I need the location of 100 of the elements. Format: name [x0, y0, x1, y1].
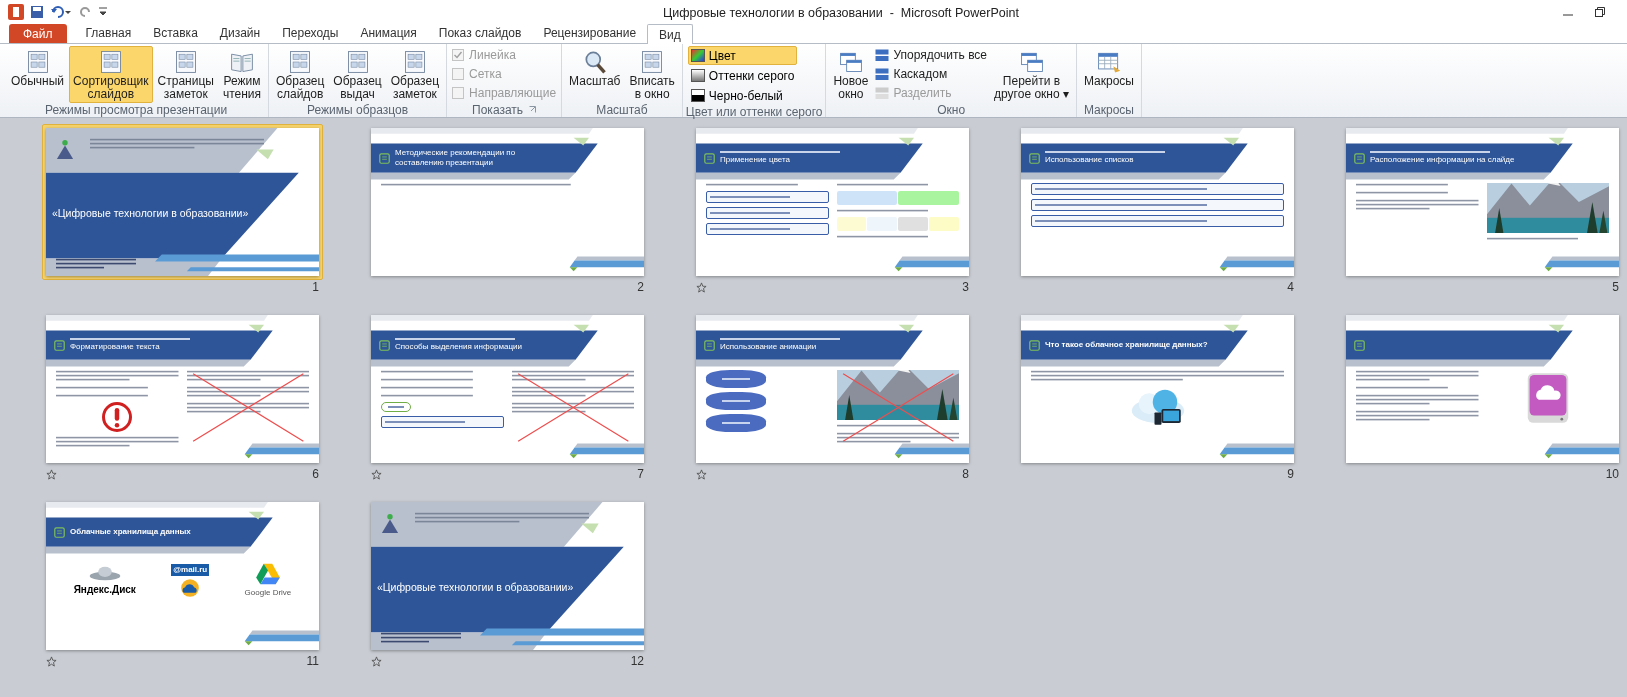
slide-number: 1: [312, 279, 319, 296]
slide-icon: [54, 339, 65, 351]
checkbox-icon: [452, 68, 465, 80]
dialog-launcher-icon[interactable]: [529, 106, 537, 113]
service-logo-text: Яндекс.Диск: [73, 583, 136, 597]
slide-thumbnail[interactable]: «Цифровые технологии в образовании»: [42, 124, 323, 280]
mountain-logo-icon: [381, 512, 399, 534]
group-label: Окно: [937, 103, 966, 117]
slide-number: 10: [1605, 466, 1619, 483]
ribbon-button[interactable]: Вписать в окно: [625, 46, 679, 103]
accent-triangle: [248, 324, 264, 333]
slide-title: Способы выделения информации: [395, 342, 522, 352]
group-label: Цвет или оттенки серого: [685, 105, 823, 119]
windows-icon: [875, 67, 890, 81]
ribbon-button[interactable]: Сортировщик слайдов: [69, 46, 153, 103]
accent-triangle: [894, 267, 903, 272]
undo-icon[interactable]: [50, 5, 72, 19]
transition-star-icon[interactable]: [696, 281, 707, 293]
accent-triangle: [1223, 137, 1239, 146]
window-command-button[interactable]: Каскадом: [875, 65, 988, 83]
accent-triangle: [256, 149, 274, 160]
ribbon-tab[interactable]: Показ слайдов: [427, 23, 533, 43]
slide-number: 2: [637, 279, 644, 296]
color-mode-icon: [690, 89, 705, 102]
color-mode-button[interactable]: Цвет: [687, 46, 798, 65]
ribbon-button[interactable]: Новое окно: [829, 46, 873, 103]
ribbon-tab[interactable]: Переходы: [271, 23, 350, 43]
transition-star-icon[interactable]: [46, 655, 57, 667]
slide-title: Применение цвета: [720, 155, 791, 165]
windows-icon: [875, 48, 890, 62]
accent-triangle: [1544, 454, 1553, 459]
ribbon-tab[interactable]: Главная: [74, 23, 143, 43]
slide-number: 7: [637, 466, 644, 483]
ribbon-button[interactable]: Страницы заметок: [153, 46, 218, 103]
slide-shape: [706, 414, 766, 432]
ribbon-button[interactable]: Образец заметок: [386, 46, 444, 103]
accent-triangle: [573, 324, 589, 333]
ribbon-button[interactable]: Масштаб: [565, 46, 625, 90]
slide-number: 4: [1287, 279, 1294, 296]
ribbon-tab[interactable]: Вставка: [142, 23, 209, 43]
ribbon-button[interactable]: Обычный: [7, 46, 69, 90]
transition-star-icon[interactable]: [371, 655, 382, 667]
slide-icon: [1029, 152, 1040, 164]
color-mode-icon: [690, 49, 705, 62]
slide-number: 8: [962, 466, 969, 483]
accent-triangle: [1548, 324, 1564, 333]
accent-triangle: [248, 511, 264, 520]
accent-triangle: [1548, 137, 1564, 146]
accent-triangle: [569, 454, 578, 459]
restore-icon[interactable]: [1595, 7, 1605, 17]
slide-title: Форматирование текста: [70, 342, 161, 352]
file-tab[interactable]: Файл: [9, 24, 67, 43]
service-logo-text: @mail.ru: [171, 564, 210, 576]
triangle-logo-icon: [254, 563, 281, 585]
color-mode-icon: [690, 69, 705, 82]
transition-star-icon[interactable]: [46, 468, 57, 480]
transition-star-icon[interactable]: [696, 468, 707, 480]
flying-saucer-icon: [87, 565, 122, 582]
ribbon-button[interactable]: Перейти в другое окно ▾: [990, 46, 1073, 103]
color-mode-button[interactable]: Оттенки серого: [687, 66, 798, 85]
mountain-logo-icon: [56, 138, 74, 160]
ribbon-tab[interactable]: Рецензирование: [532, 23, 648, 43]
slide-icon: [379, 152, 390, 164]
ribbon-button[interactable]: Образец слайдов: [272, 46, 329, 103]
slide-title: Методические рекомендации по составлению презентации: [395, 148, 517, 168]
slide-number: 3: [962, 279, 969, 296]
ribbon-button[interactable]: Режим чтения: [218, 46, 265, 103]
slide-icon: [379, 339, 390, 351]
slide-title: Использование анимации: [720, 342, 818, 352]
color-mode-button[interactable]: Черно-белый: [687, 86, 798, 105]
slide-number: 9: [1287, 466, 1294, 483]
ribbon-button[interactable]: Макросы: [1079, 46, 1138, 90]
group-label: Режимы образцов: [307, 103, 409, 117]
group-label: Режимы просмотра презентации: [44, 103, 228, 117]
ribbon-tab[interactable]: Вид: [647, 24, 693, 44]
accent-triangle: [1219, 267, 1228, 272]
save-icon[interactable]: [30, 5, 44, 19]
slide-number: 11: [306, 653, 319, 670]
slide-shape: [706, 370, 766, 388]
slide-number: 5: [1612, 279, 1619, 296]
accent-triangle: [898, 137, 914, 146]
ribbon-button[interactable]: Образец выдач: [329, 46, 386, 103]
slide-shape: [706, 392, 766, 410]
app-logo-icon[interactable]: [8, 4, 24, 20]
window-command-button[interactable]: Упорядочить все: [875, 46, 988, 64]
slide-icon: [1354, 152, 1365, 164]
slide-title: Что такое облачное хранилище данных?: [1045, 340, 1208, 350]
windows-icon: [875, 86, 890, 100]
slide-number: 12: [630, 653, 644, 670]
transition-star-icon[interactable]: [371, 468, 382, 480]
exclamation-icon: [102, 402, 133, 432]
accent-triangle: [1544, 267, 1553, 272]
slide-title: «Цифровые технологии в образовании»: [377, 580, 574, 596]
group-label: Показать: [472, 102, 524, 117]
ribbon-tab[interactable]: Анимация: [349, 23, 428, 43]
ribbon-tab[interactable]: Дизайн: [208, 23, 272, 43]
redo-icon[interactable]: [78, 5, 92, 19]
group-label: Масштаб: [596, 103, 648, 117]
accent-triangle: [898, 324, 914, 333]
accent-triangle: [1219, 454, 1228, 459]
